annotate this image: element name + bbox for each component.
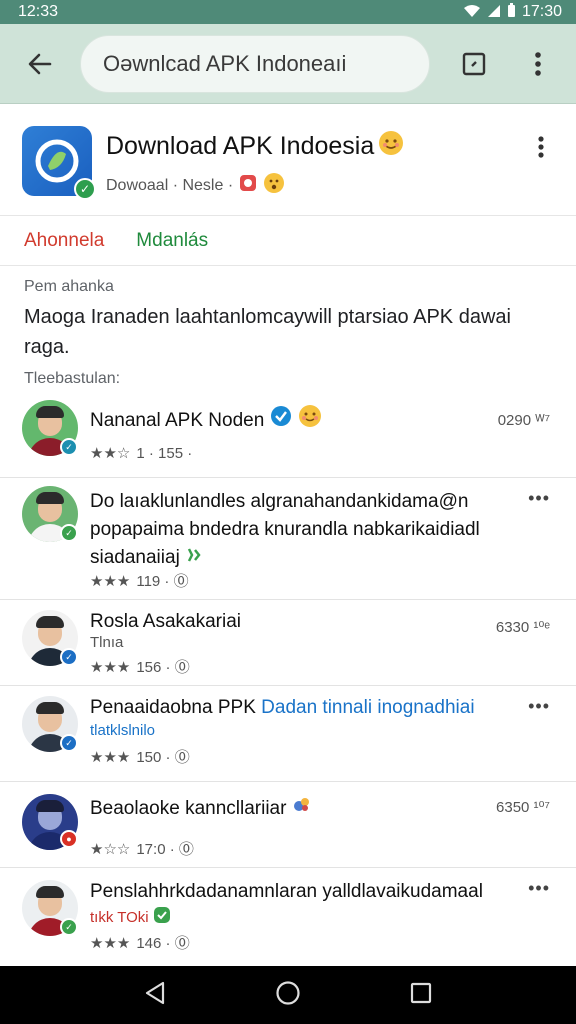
item-meta: ★★☆ 1 · 155 · <box>90 444 193 463</box>
about-description: Maoga Iranaden laahtanlomcaywill ptarsia… <box>24 306 511 358</box>
rating-stars: ★★★ <box>90 934 131 952</box>
sparkle-emoji-icon <box>185 547 203 568</box>
item-meta: ★☆☆ 17:0 · ⓪ <box>90 838 194 859</box>
list-item[interactable]: ✓ Penslahhrkdadanamnlaran yalldlavaikuda… <box>0 868 576 966</box>
open-in-browser-button[interactable] <box>442 24 506 104</box>
list-item[interactable]: ● Beaolaoke kanncllariiar ★☆☆ 17:0 · ⓪ 6… <box>0 782 576 868</box>
app-title-row: Download APK Indoesia <box>106 130 404 163</box>
search-text: Oǝwnlcad APK Indoneaıi <box>103 50 347 76</box>
item-meta: ★★★ 119 · ⓪ <box>90 570 189 591</box>
wifi-icon <box>463 4 481 21</box>
back-arrow-icon <box>28 53 52 74</box>
item-title: Beaolaoke kanncllariiar <box>90 797 287 819</box>
app-bar: Oǝwnlcad APK Indoneaıi <box>0 24 576 104</box>
item-title-row: Nananal APK Noden <box>90 404 520 437</box>
signal-icon <box>487 4 501 21</box>
surprised-emoji-icon <box>263 172 285 199</box>
item-count: 0290 ᵂ⁷ <box>497 412 550 429</box>
search-input[interactable]: Oǝwnlcad APK Indoneaıi <box>80 34 430 93</box>
overflow-menu-button[interactable] <box>506 24 570 104</box>
circle-home-icon <box>276 980 300 1005</box>
avatar-badge-icon: ✓ <box>60 524 78 542</box>
feed-heading: Tleebastulan: <box>24 370 121 387</box>
item-title: Rosla Asakakariai <box>90 611 242 632</box>
tab-first[interactable]: Ahonnela <box>24 230 104 252</box>
verified-badge-icon: ✓ <box>74 178 96 200</box>
item-meta-text: 150 · ⓪ <box>136 749 190 766</box>
open-square-icon <box>462 52 486 75</box>
smile-emoji-icon <box>378 130 404 163</box>
status-icons: 17:30 <box>463 3 562 21</box>
more-vert-icon <box>535 51 541 76</box>
avatar-badge-icon: ● <box>60 830 78 848</box>
item-title-text: Do laıaklunlandles algranahandankidama@n… <box>90 491 480 568</box>
verified-check-icon <box>270 405 292 436</box>
item-more-button[interactable]: ••• <box>528 488 550 509</box>
square-recents-icon <box>410 982 431 1003</box>
avatar-badge-icon: ✓ <box>60 918 78 936</box>
item-title-link[interactable]: Dadan tinnali inognadhiai <box>261 697 474 718</box>
app-subtitle: Dowoaal · Nesle · <box>106 176 234 194</box>
item-title-row: Penaaidaobna PPK Dadan tinnali inognadhi… <box>90 694 530 722</box>
item-meta: ★★★ 150 · ⓪ <box>90 746 190 767</box>
item-count: 6330 ¹⁰ᵉ <box>495 619 550 636</box>
app-header: ✓ Download APK Indoesia Dowoaal · Nesle … <box>0 104 576 216</box>
tab-second[interactable]: Mdanlás <box>136 230 208 252</box>
rating-stars: ★☆☆ <box>90 840 131 858</box>
item-subtitle-row: tıkk TOki <box>90 906 171 928</box>
status-time-right: 17:30 <box>521 3 562 20</box>
item-meta: ★★★ 146 · ⓪ <box>90 932 190 953</box>
more-vert-icon <box>538 136 544 158</box>
app-title: Download APK Indoesia <box>106 132 375 160</box>
list-item[interactable]: ✓ Rosla Asakakariai Tlnıa ★★★ 156 · ⓪ 63… <box>0 600 576 686</box>
rating-stars: ★★★ <box>90 748 131 766</box>
tab-row: Ahonnela Mdanlás <box>0 216 576 266</box>
status-time: 12:33 <box>18 3 59 20</box>
item-subtitle: Tlnıa <box>90 634 124 651</box>
back-button[interactable] <box>0 24 80 104</box>
list-item[interactable]: ✓ Nananal APK Noden ★★☆ 1 · 155 · 0290 ᵂ… <box>0 392 576 478</box>
avatar-badge-icon: ✓ <box>60 438 78 456</box>
avatar-badge-icon: ✓ <box>60 734 78 752</box>
green-emoji-icon <box>153 906 171 928</box>
item-subtitle: tıkk TOki <box>90 908 149 926</box>
triangle-back-icon <box>146 981 165 1004</box>
item-title: Penslahhrkdadanamnlaran yalldlavaikudama… <box>90 881 483 902</box>
app-subtitle-row: Dowoaal · Nesle · <box>106 172 285 199</box>
red-badge-icon <box>239 174 257 197</box>
item-title: Do laıaklunlandles algranahandankidama@n… <box>90 488 520 572</box>
status-bar: 12:33 17:30 <box>0 0 576 24</box>
app-logo: ✓ <box>22 126 96 200</box>
item-meta-text: 146 · ⓪ <box>136 935 190 952</box>
colorful-emoji-icon <box>292 794 312 823</box>
item-more-button[interactable]: ••• <box>528 878 550 899</box>
rating-stars: ★★★ <box>90 658 131 676</box>
rating-stars: ★★☆ <box>90 445 131 462</box>
item-more-button[interactable]: ••• <box>528 696 550 717</box>
about-heading: Pem ahanka <box>24 278 114 295</box>
list-item[interactable]: ✓ Penaaidaobna PPK Dadan tinnali inognad… <box>0 686 576 782</box>
item-subtitle-link[interactable]: tlatklslnilo <box>90 722 155 739</box>
nav-home-button[interactable] <box>275 980 301 1011</box>
system-nav-bar <box>0 966 576 1024</box>
header-more-button[interactable] <box>526 132 556 162</box>
item-count: 6350 ¹⁰⁷ <box>496 799 550 816</box>
item-meta-text: 17:0 · ⓪ <box>136 841 194 858</box>
item-title-row: Beaolaoke kanncllariiar <box>90 794 520 823</box>
item-title: Nananal APK Noden <box>90 409 265 431</box>
list-item[interactable]: ✓ Do laıaklunlandles algranahandankidama… <box>0 478 576 600</box>
item-meta-text: 119 · ⓪ <box>136 573 189 590</box>
item-meta-text: 156 · ⓪ <box>136 659 190 676</box>
avatar-badge-icon: ✓ <box>60 648 78 666</box>
item-meta-text: 1 · 155 · <box>136 444 193 462</box>
nav-back-button[interactable] <box>144 981 166 1010</box>
battery-icon <box>507 3 516 21</box>
rating-stars: ★★★ <box>90 572 131 590</box>
nav-recents-button[interactable] <box>410 982 432 1009</box>
blush-emoji-icon <box>298 404 322 437</box>
item-title: Penaaidaobna PPK <box>90 697 256 718</box>
item-meta: ★★★ 156 · ⓪ <box>90 656 190 677</box>
